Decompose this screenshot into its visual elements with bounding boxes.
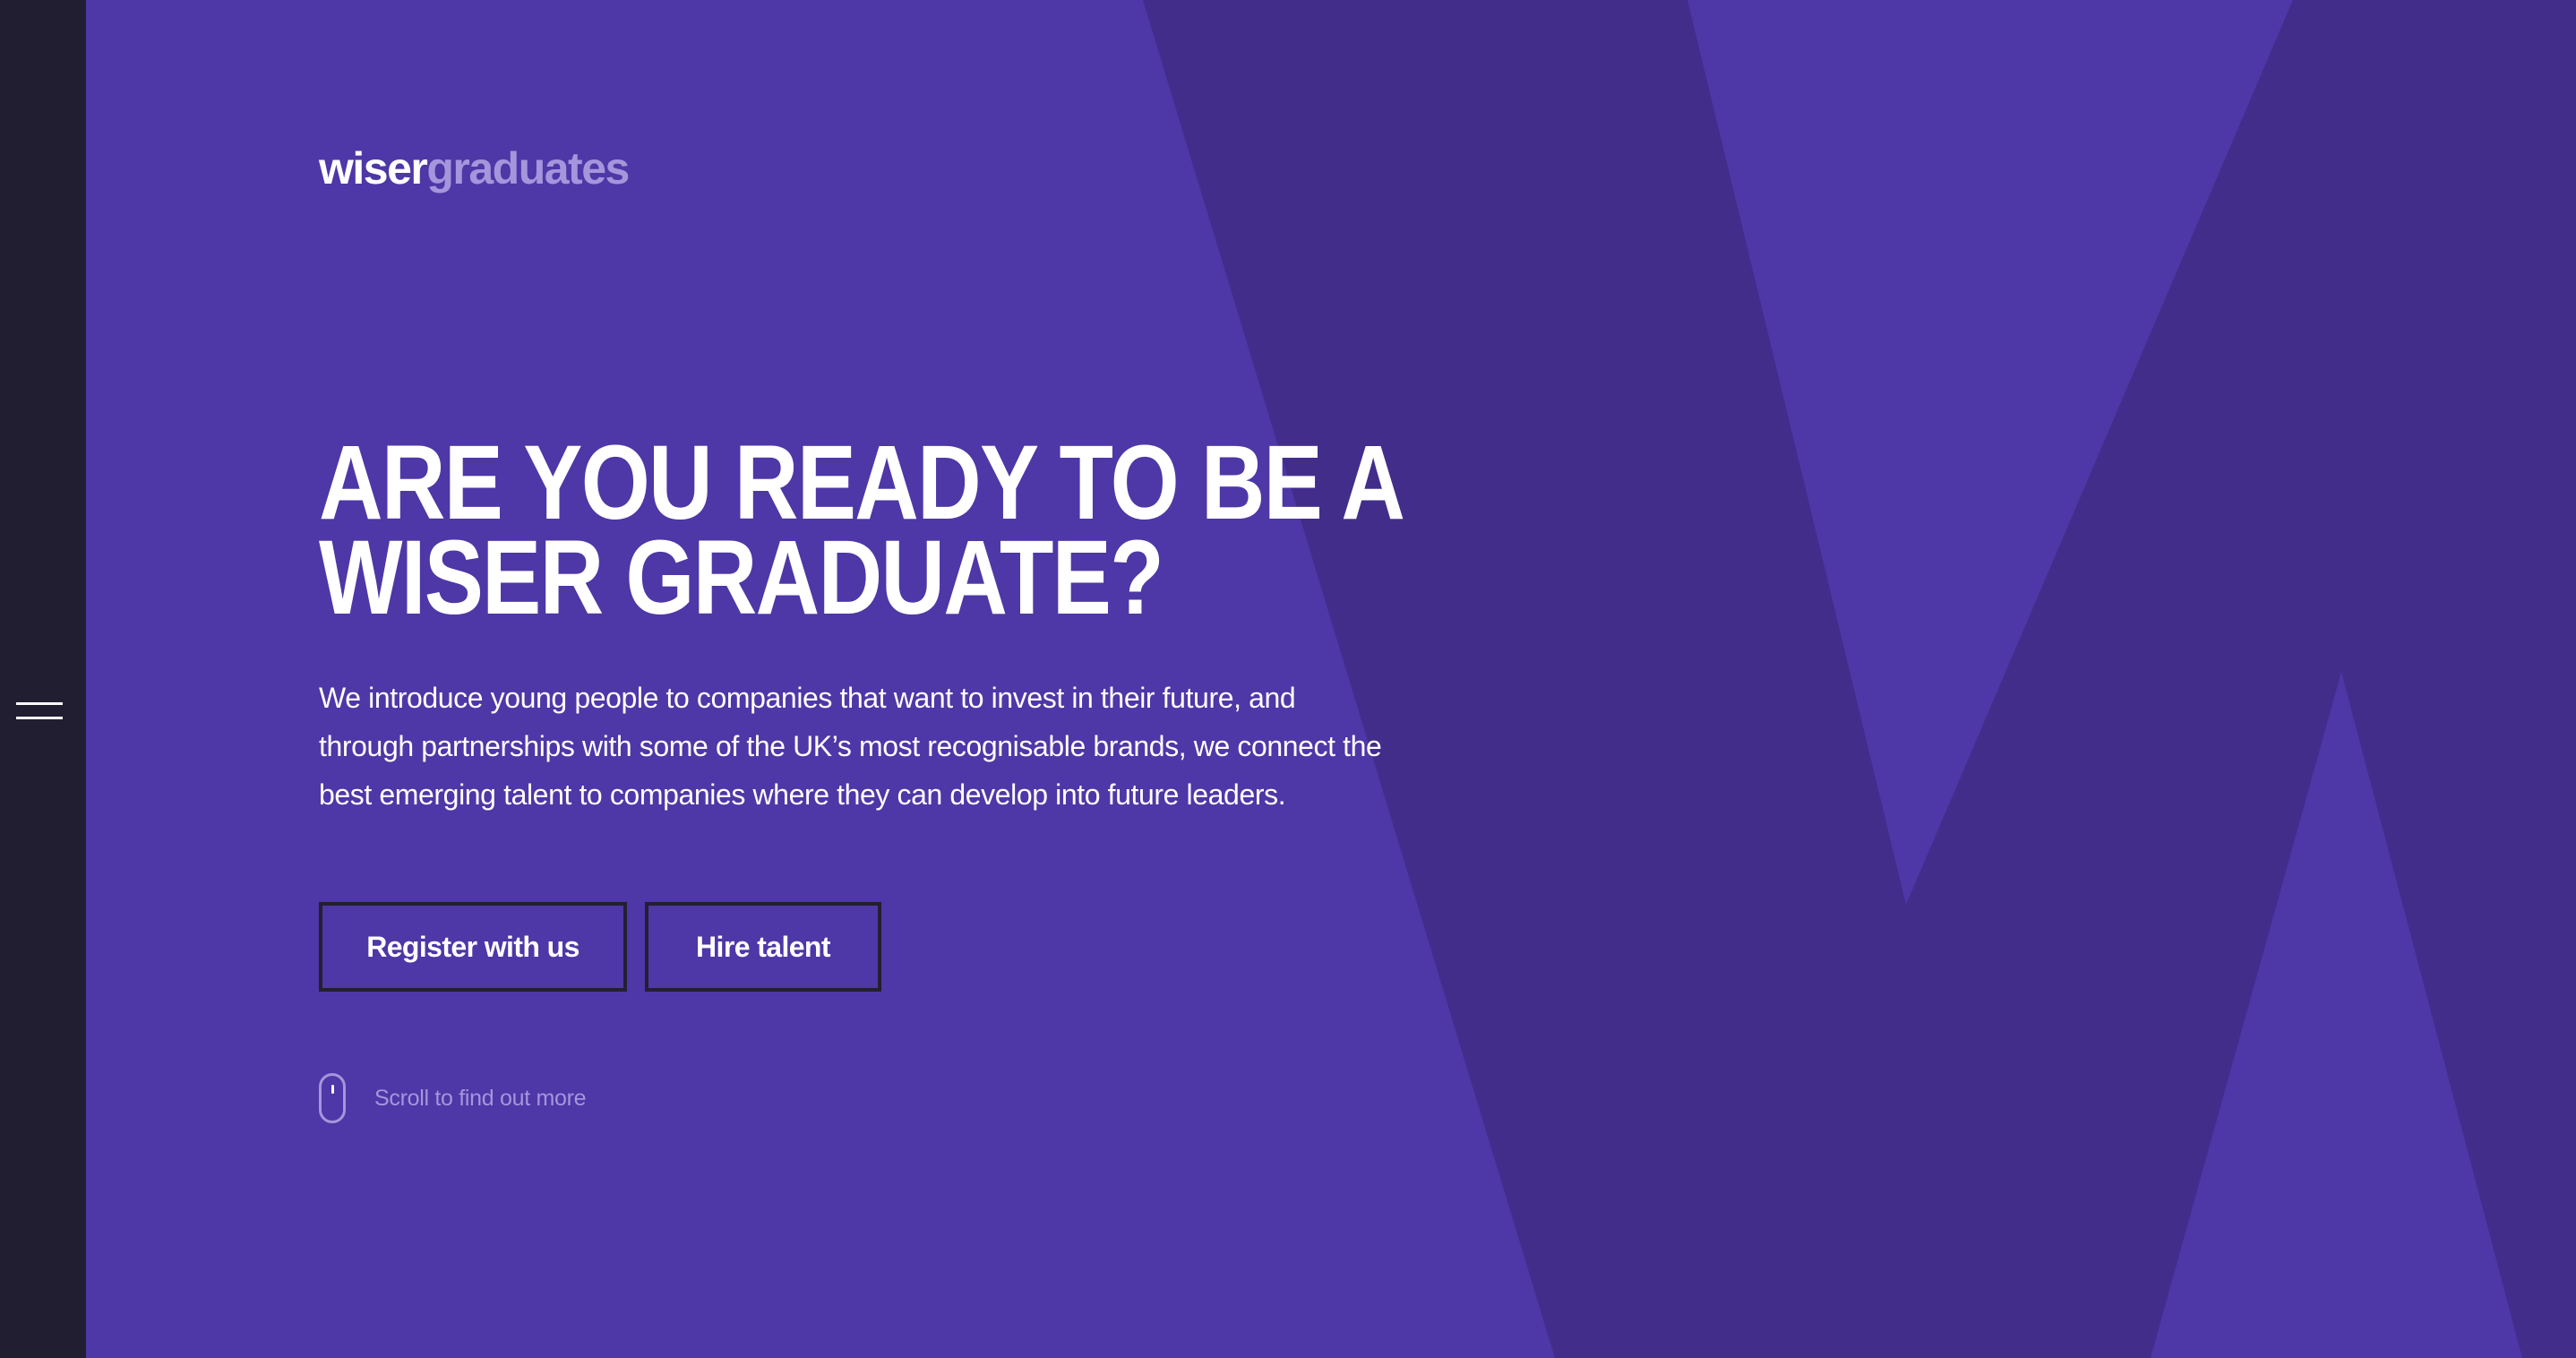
hero-headline: ARE YOU READY TO BE A WISER GRADUATE? — [319, 424, 1405, 637]
sidebar — [0, 0, 86, 1358]
hero-section: wisergraduates ARE YOU READY TO BE A WIS… — [86, 0, 2576, 1358]
mouse-wheel — [331, 1085, 334, 1094]
scroll-hint[interactable]: Scroll to find out more — [319, 1071, 587, 1125]
logo-wiser: wiser — [319, 143, 428, 193]
mouse-icon — [319, 1073, 346, 1123]
headline-line-1: ARE YOU READY TO BE A — [319, 424, 1405, 542]
logo-graduates: graduates — [426, 143, 630, 193]
hamburger-menu-icon[interactable] — [16, 699, 63, 726]
menu-bar-bottom — [16, 717, 63, 719]
register-button[interactable]: Register with us — [319, 902, 627, 992]
headline-line-2: WISER GRADUATE? — [319, 519, 1164, 637]
hire-talent-button[interactable]: Hire talent — [645, 902, 881, 992]
wisergraduates-logo[interactable]: wisergraduates — [319, 143, 630, 193]
hero-intro: We introduce young people to companies t… — [319, 682, 1382, 811]
scroll-hint-label: Scroll to find out more — [374, 1085, 587, 1111]
menu-bar-top — [16, 702, 63, 705]
